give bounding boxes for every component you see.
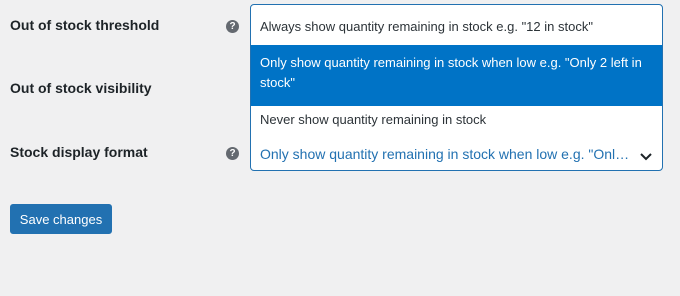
out-of-stock-visibility-label: Out of stock visibility xyxy=(10,80,152,96)
option-always-show[interactable]: Always show quantity remaining in stock … xyxy=(251,17,662,37)
save-changes-button[interactable]: Save changes xyxy=(10,204,112,234)
select-current-value[interactable]: Only show quantity remaining in stock wh… xyxy=(251,144,662,164)
out-of-stock-threshold-label: Out of stock threshold xyxy=(10,17,160,33)
chevron-down-icon[interactable] xyxy=(640,152,652,162)
stock-display-format-select[interactable]: Always show quantity remaining in stock … xyxy=(250,4,663,171)
option-never-show[interactable]: Never show quantity remaining in stock xyxy=(251,110,662,130)
question-circle-icon[interactable]: ? xyxy=(226,20,239,33)
question-circle-icon[interactable]: ? xyxy=(226,147,239,160)
option-only-show-when-low[interactable]: Only show quantity remaining in stock wh… xyxy=(251,45,662,106)
stock-display-format-label: Stock display format xyxy=(10,144,148,160)
